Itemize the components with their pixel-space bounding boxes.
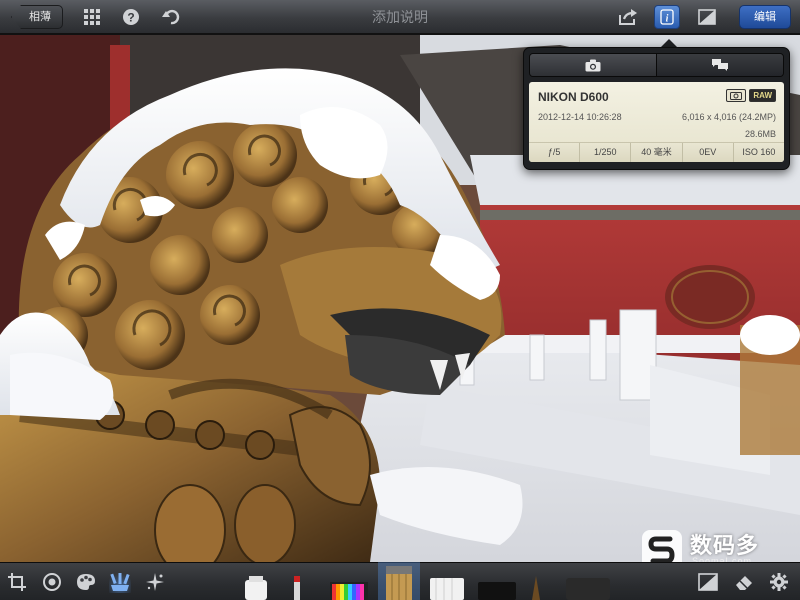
brush-white-sponge[interactable] [430, 578, 464, 600]
info-button[interactable]: i [654, 5, 680, 29]
image-resolution: 6,016 x 4,016 (24.2MP) [681, 112, 776, 122]
brush-tray [245, 562, 610, 600]
caption-title: 添加说明 [372, 9, 428, 25]
camera-mode-icon [726, 89, 747, 102]
crop-icon[interactable] [6, 571, 28, 593]
brush-selected-wide[interactable] [378, 562, 420, 600]
brush-white-bottle[interactable] [245, 576, 267, 600]
share-icon[interactable] [618, 7, 638, 27]
exif-iso: ISO 160 [732, 143, 784, 162]
photo-info-popover: NIKON D600 RAW 2012-12-14 10:26:28 6,016… [523, 47, 790, 170]
file-size: 28.6MB [744, 129, 776, 139]
compare-icon[interactable] [697, 7, 717, 27]
mask-icon[interactable] [697, 571, 719, 593]
settings-gear-icon[interactable] [768, 571, 790, 593]
brush-dark-pad[interactable] [566, 578, 610, 600]
color-palette-icon[interactable] [75, 571, 97, 593]
svg-text:?: ? [127, 11, 134, 25]
comments-icon [712, 59, 728, 71]
exif-focal-length: 40 毫米 [630, 143, 681, 162]
tab-comments[interactable] [656, 54, 783, 76]
tab-camera-info[interactable] [530, 54, 656, 76]
edit-button[interactable]: 编辑 [739, 5, 791, 29]
help-icon[interactable]: ? [121, 7, 141, 27]
effects-icon[interactable] [144, 571, 166, 593]
eraser-icon[interactable] [733, 571, 755, 593]
info-icon: i [660, 9, 674, 25]
albums-back-button[interactable]: 相薄 [11, 5, 63, 29]
bottom-toolbar [0, 562, 800, 600]
photo-viewer-app: 相薄 ? 添加说明 i 编辑 NIKON D600 RAW 2012-12-14… [0, 0, 800, 600]
exposure-icon[interactable] [41, 571, 63, 593]
brush-red-pen[interactable] [294, 576, 300, 600]
exif-exposure-comp: 0EV [681, 143, 733, 162]
camera-info-card: NIKON D600 RAW 2012-12-14 10:26:28 6,016… [529, 82, 784, 162]
exif-aperture: ƒ/5 [547, 147, 561, 157]
brushes-icon[interactable] [109, 571, 131, 593]
capture-datetime: 2012-12-14 10:26:28 [538, 112, 622, 122]
format-badges: RAW [726, 89, 776, 102]
top-toolbar: 相薄 ? 添加说明 i 编辑 [0, 0, 800, 34]
brush-black-block[interactable] [478, 582, 516, 600]
grid-icon[interactable] [82, 7, 102, 27]
camera-icon [585, 59, 601, 71]
brush-color-strip[interactable] [330, 582, 368, 600]
exif-row: ƒ/5 1/250 40 毫米 0EV ISO 160 [529, 142, 784, 162]
svg-text:i: i [666, 14, 669, 25]
brush-pencil[interactable] [532, 576, 540, 600]
camera-model: NIKON D600 [538, 90, 609, 104]
popover-tabs [529, 53, 784, 77]
undo-icon[interactable] [161, 7, 181, 27]
exif-shutter: 1/250 [579, 143, 630, 162]
raw-badge: RAW [749, 89, 776, 102]
